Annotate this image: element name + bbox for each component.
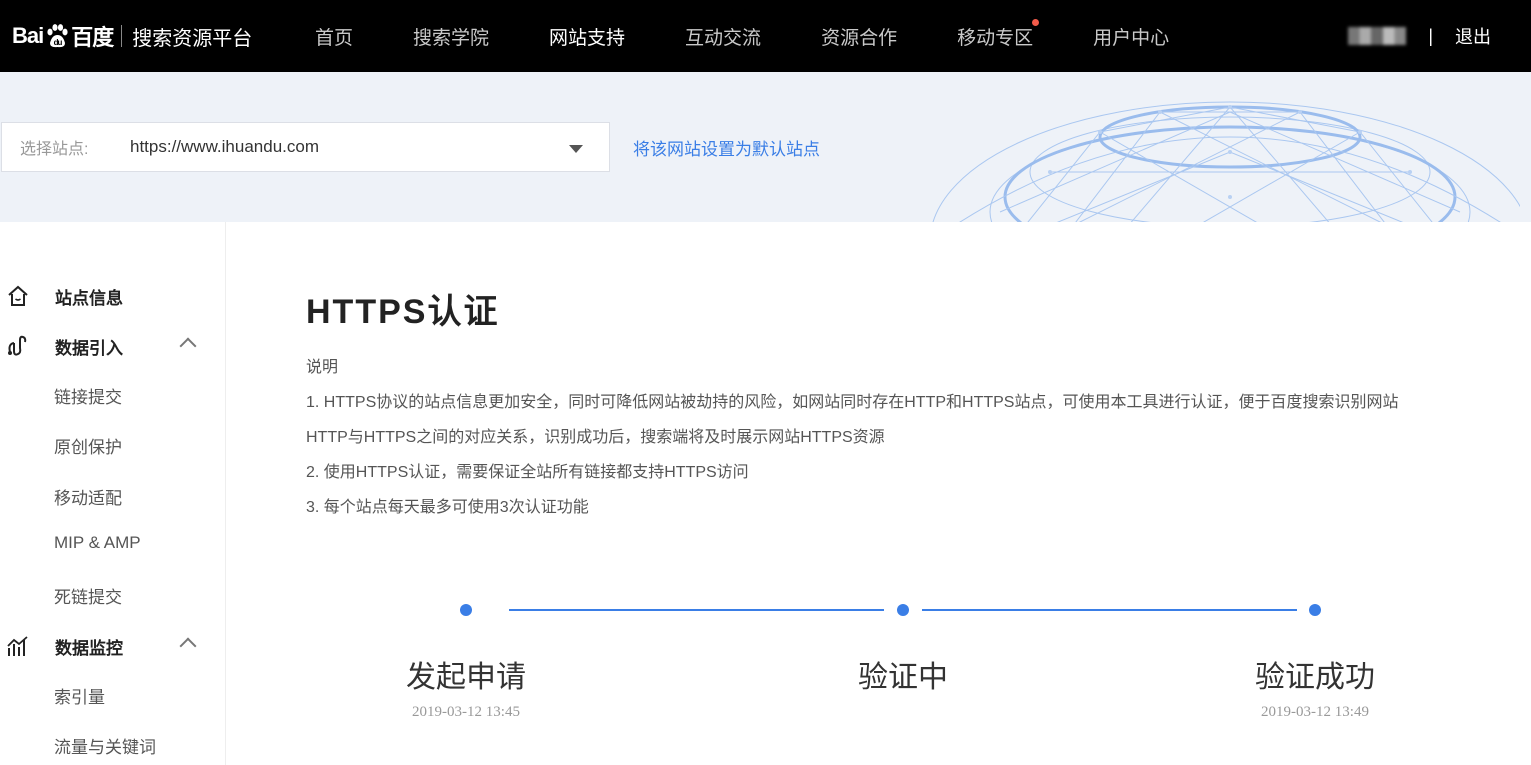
home-icon (8, 285, 28, 306)
globe-network-illustration (932, 101, 1520, 222)
nav-home[interactable]: 首页 (285, 0, 383, 72)
data-import-icon (8, 335, 27, 356)
page-title: HTTPS认证 (306, 293, 500, 331)
logo-text-baidu-cn: 百度 (71, 25, 114, 50)
nav-mobile-zone-label: 移动专区 (957, 28, 1034, 49)
sidebar: 站点信息 数据引入 链接提交 原创保护 移动适配 MIP & AMP 死链提交 … (0, 222, 226, 765)
chevron-up-icon[interactable] (179, 637, 197, 655)
sidebar-item-link-submit[interactable]: 链接提交 (54, 383, 122, 408)
platform-name: 搜索资源平台 (132, 27, 253, 50)
main-content: HTTPS认证 说明 1. HTTPS协议的站点信息更加安全，同时可降低网站被劫… (226, 222, 1531, 765)
sidebar-item-original-protect[interactable]: 原创保护 (54, 433, 122, 458)
nav-resource-coop[interactable]: 资源合作 (791, 0, 927, 72)
sidebar-item-mip-amp[interactable]: MIP & AMP (54, 533, 141, 553)
step-connector-2 (922, 609, 1297, 611)
logo-text-bai: Bai (12, 23, 44, 48)
monitor-chart-icon (7, 636, 28, 656)
progress-steps: 发起申请 2019-03-12 13:45 验证中 验证成功 2019-03-1… (226, 592, 1531, 762)
sidebar-group-data-import[interactable]: 数据引入 (0, 326, 226, 366)
sidebar-group-label: 站点信息 (55, 288, 123, 308)
site-banner: 选择站点: https://www.ihuandu.com 将该网站设置为默认站… (0, 72, 1531, 222)
sidebar-group-label: 数据监控 (55, 638, 123, 658)
step-label-success: 验证成功 (1255, 661, 1375, 694)
site-selector[interactable]: 选择站点: https://www.ihuandu.com (1, 122, 610, 172)
main-nav: 首页 搜索学院 网站支持 互动交流 资源合作 移动专区 用户中心 (285, 0, 1199, 72)
description-line: HTTP与HTTPS之间的对应关系，识别成功后，搜索端将及时展示网站HTTPS资… (306, 429, 885, 446)
set-default-site-link[interactable]: 将该网站设置为默认站点 (633, 135, 820, 160)
nav-site-support[interactable]: 网站支持 (519, 0, 655, 72)
logo-text-du: du (54, 38, 63, 47)
description-heading: 说明 (306, 359, 339, 376)
nav-academy[interactable]: 搜索学院 (383, 0, 519, 72)
username-blurred[interactable] (1348, 27, 1407, 45)
description-line: 3. 每个站点每天最多可使用3次认证功能 (306, 499, 589, 516)
sidebar-group-data-monitor[interactable]: 数据监控 (0, 626, 226, 666)
nav-mobile-zone[interactable]: 移动专区 (927, 0, 1063, 72)
sidebar-item-dead-link[interactable]: 死链提交 (54, 583, 122, 608)
step-time-apply: 2019-03-12 13:45 (412, 704, 520, 720)
sidebar-item-index-count[interactable]: 索引量 (54, 683, 105, 708)
sidebar-item-mobile-adapt[interactable]: 移动适配 (54, 484, 122, 509)
notification-dot (1032, 19, 1040, 26)
top-navbar: Bai du 百度 搜索资源平台 首页 搜索学院 网站支持 互动交流 资源合作 … (0, 0, 1531, 72)
user-separator: | (1428, 25, 1433, 46)
nav-interaction[interactable]: 互动交流 (655, 0, 791, 72)
logo-divider (121, 25, 123, 47)
sidebar-group-label: 数据引入 (55, 338, 123, 358)
step-label-apply: 发起申请 (406, 661, 526, 694)
step-dot-3 (1309, 604, 1321, 616)
chevron-up-icon[interactable] (179, 337, 197, 355)
step-label-verifying: 验证中 (858, 661, 948, 694)
site-selector-value: https://www.ihuandu.com (130, 137, 319, 156)
site-selector-label: 选择站点: (20, 141, 89, 158)
logout-link[interactable]: 退出 (1455, 23, 1491, 49)
description: 说明 1. HTTPS协议的站点信息更加安全，同时可降低网站被劫持的风险，如网站… (306, 350, 1506, 525)
user-area: | 退出 (1348, 0, 1491, 72)
baidu-paw-icon: du (47, 24, 68, 48)
nav-user-center[interactable]: 用户中心 (1063, 0, 1199, 72)
sidebar-group-site-info[interactable]: 站点信息 (0, 276, 226, 316)
sidebar-item-traffic-keywords[interactable]: 流量与关键词 (54, 733, 156, 758)
caret-down-icon[interactable] (569, 145, 583, 153)
description-line: 1. HTTPS协议的站点信息更加安全，同时可降低网站被劫持的风险，如网站同时存… (306, 394, 1399, 411)
step-time-success: 2019-03-12 13:49 (1261, 704, 1369, 720)
step-dot-1 (460, 604, 472, 616)
step-dot-2 (897, 604, 909, 616)
description-line: 2. 使用HTTPS认证，需要保证全站所有链接都支持HTTPS访问 (306, 464, 749, 481)
step-connector-1 (509, 609, 884, 611)
baidu-logo[interactable]: Bai du 百度 搜索资源平台 (12, 12, 252, 60)
